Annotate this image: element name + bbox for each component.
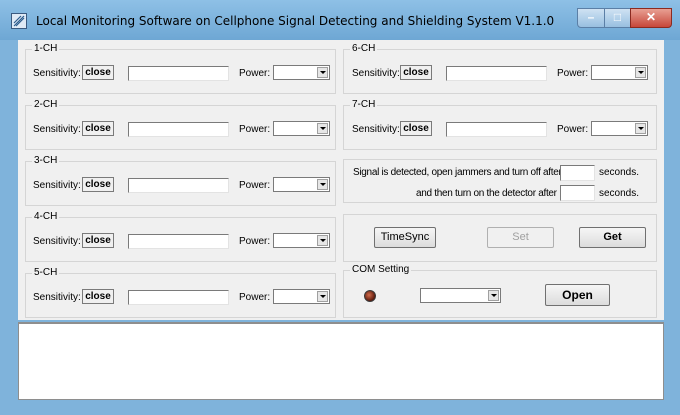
channel-title: 7-CH — [350, 99, 378, 110]
signal-level-bar — [128, 122, 229, 137]
detector-delay-label: and then turn on the detector after — [416, 188, 557, 199]
chevron-down-icon — [317, 123, 328, 134]
app-window: Local Monitoring Software on Cellphone S… — [0, 0, 680, 415]
power-label: Power: — [239, 292, 271, 303]
sensitivity-value: close — [400, 121, 432, 136]
power-label: Power: — [239, 68, 271, 79]
detector-delay-input[interactable] — [560, 185, 595, 201]
power-label: Power: — [239, 180, 271, 191]
sensitivity-label: Sensitivity: — [33, 292, 81, 303]
sensitivity-label: Sensitivity: — [352, 124, 400, 135]
timesync-button[interactable]: TimeSync — [374, 227, 436, 248]
close-icon: ✕ — [645, 10, 657, 24]
action-group: TimeSync Set Get — [343, 214, 657, 262]
open-button[interactable]: Open — [545, 284, 610, 306]
window-title: Local Monitoring Software on Cellphone S… — [36, 14, 555, 28]
power-select[interactable] — [273, 177, 330, 192]
set-button[interactable]: Set — [487, 227, 554, 248]
signal-level-bar — [446, 66, 547, 81]
power-select[interactable] — [273, 121, 330, 136]
chevron-down-icon — [635, 67, 646, 78]
seconds-label: seconds. — [599, 188, 640, 199]
get-button[interactable]: Get — [579, 227, 646, 248]
status-led-icon — [364, 290, 376, 302]
channel-group-7: 7-CH Sensitivity: close Power: — [343, 99, 657, 150]
log-area[interactable] — [18, 322, 664, 400]
jammer-delay-label: Signal is detected, open jammers and tur… — [353, 167, 562, 178]
signal-level-bar — [128, 290, 229, 305]
chevron-down-icon — [488, 290, 499, 301]
power-label: Power: — [557, 124, 589, 135]
signal-level-bar — [128, 178, 229, 193]
channel-title: 6-CH — [350, 43, 378, 54]
maximize-button[interactable]: □ — [604, 8, 631, 28]
sensitivity-label: Sensitivity: — [352, 68, 400, 79]
channel-group-6: 6-CH Sensitivity: close Power: — [343, 43, 657, 94]
sensitivity-label: Sensitivity: — [33, 68, 81, 79]
sensitivity-value: close — [82, 65, 114, 80]
timing-group: Signal is detected, open jammers and tur… — [343, 159, 657, 203]
com-setting-title: COM Setting — [350, 264, 412, 275]
chevron-down-icon — [317, 179, 328, 190]
power-select[interactable] — [273, 233, 330, 248]
minimize-icon: – — [587, 10, 595, 24]
sensitivity-value: close — [82, 289, 114, 304]
chevron-down-icon — [635, 123, 646, 134]
app-icon — [11, 13, 27, 29]
title-bar[interactable]: Local Monitoring Software on Cellphone S… — [0, 0, 680, 40]
channel-group-2: 2-CH Sensitivity: close Power: — [25, 99, 336, 150]
chevron-down-icon — [317, 67, 328, 78]
channel-group-4: 4-CH Sensitivity: close Power: — [25, 211, 336, 262]
sensitivity-label: Sensitivity: — [33, 236, 81, 247]
com-setting-group: COM Setting Open — [343, 264, 657, 318]
channel-group-3: 3-CH Sensitivity: close Power: — [25, 155, 336, 206]
signal-level-bar — [446, 122, 547, 137]
chevron-down-icon — [317, 235, 328, 246]
power-select[interactable] — [273, 289, 330, 304]
jammer-delay-input[interactable] — [560, 165, 595, 181]
power-select[interactable] — [591, 121, 648, 136]
channel-group-1: 1-CH Sensitivity: close Power: — [25, 43, 336, 94]
signal-level-bar — [128, 66, 229, 81]
minimize-button[interactable]: – — [577, 8, 605, 28]
channel-title: 2-CH — [32, 99, 60, 110]
channel-title: 1-CH — [32, 43, 60, 54]
sensitivity-value: close — [400, 65, 432, 80]
power-select[interactable] — [273, 65, 330, 80]
channel-title: 3-CH — [32, 155, 60, 166]
channel-group-5: 5-CH Sensitivity: close Power: — [25, 267, 336, 318]
close-button[interactable]: ✕ — [630, 8, 672, 28]
power-select[interactable] — [591, 65, 648, 80]
main-panel: 1-CH Sensitivity: close Power: 2-CH Sens… — [18, 40, 664, 320]
sensitivity-value: close — [82, 177, 114, 192]
signal-level-bar — [128, 234, 229, 249]
sensitivity-label: Sensitivity: — [33, 124, 81, 135]
power-label: Power: — [239, 236, 271, 247]
sensitivity-label: Sensitivity: — [33, 180, 81, 191]
seconds-label: seconds. — [599, 167, 640, 178]
power-label: Power: — [239, 124, 271, 135]
channel-title: 5-CH — [32, 267, 60, 278]
com-port-select[interactable] — [420, 288, 501, 303]
channel-title: 4-CH — [32, 211, 60, 222]
sensitivity-value: close — [82, 121, 114, 136]
sensitivity-value: close — [82, 233, 114, 248]
power-label: Power: — [557, 68, 589, 79]
maximize-icon: □ — [613, 10, 622, 24]
chevron-down-icon — [317, 291, 328, 302]
